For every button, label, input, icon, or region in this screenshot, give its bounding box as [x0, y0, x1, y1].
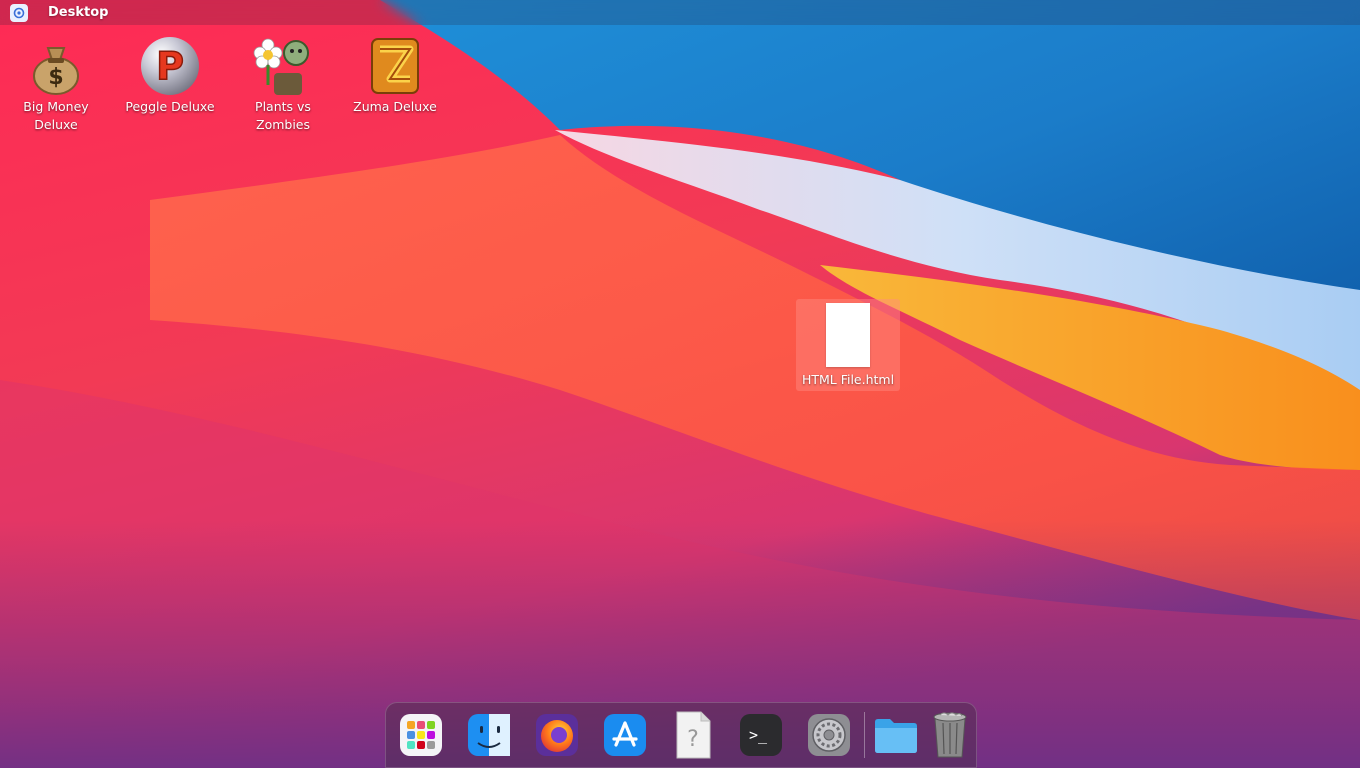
desktop-icon-label: Zuma Deluxe [353, 99, 437, 114]
svg-text:?: ? [687, 727, 699, 752]
dock: ? >_ [385, 702, 977, 768]
folder-icon[interactable] [873, 712, 919, 758]
firefox-icon[interactable] [534, 712, 580, 758]
app-store-icon[interactable] [602, 712, 648, 758]
desktop-icon-peggle-deluxe[interactable]: P Peggle Deluxe [120, 34, 220, 116]
svg-text:P: P [156, 44, 184, 88]
launcher-logo-icon[interactable] [10, 3, 28, 22]
flower-zombie-icon [251, 34, 315, 98]
desktop-icon-plants-vs-zombies[interactable]: Plants vs Zombies [233, 34, 333, 134]
peggle-ball-icon: P [138, 34, 202, 98]
money-bag-icon: $ [24, 34, 88, 98]
desktop-icon-zuma-deluxe[interactable]: Zuma Deluxe [345, 34, 445, 116]
desktop-icon-big-money-deluxe[interactable]: $ Big Money Deluxe [6, 34, 106, 134]
gear-icon[interactable] [806, 712, 852, 758]
question-document-icon[interactable]: ? [670, 711, 716, 759]
svg-text:$: $ [48, 65, 63, 90]
desktop-icon-label: HTML File.html [801, 372, 895, 387]
desktop-icon-label: Plants vs Zombies [255, 99, 311, 132]
zuma-frog-icon [363, 34, 427, 98]
blank-document-icon [826, 303, 870, 367]
dock-separator [864, 712, 865, 758]
active-app-title[interactable]: Desktop [48, 5, 108, 20]
launchpad-grid-icon[interactable] [398, 712, 444, 758]
desktop-icon-label: Peggle Deluxe [125, 99, 215, 114]
desktop-icon-label: Big Money Deluxe [23, 99, 89, 132]
terminal-icon[interactable]: >_ [738, 712, 784, 758]
trash-icon[interactable] [927, 712, 973, 758]
finder-face-icon[interactable] [466, 712, 512, 758]
top-menu-bar: Desktop [0, 0, 1360, 25]
desktop-icon-html-file-selected[interactable]: HTML File.html [796, 299, 900, 391]
svg-text:>_: >_ [749, 726, 768, 744]
